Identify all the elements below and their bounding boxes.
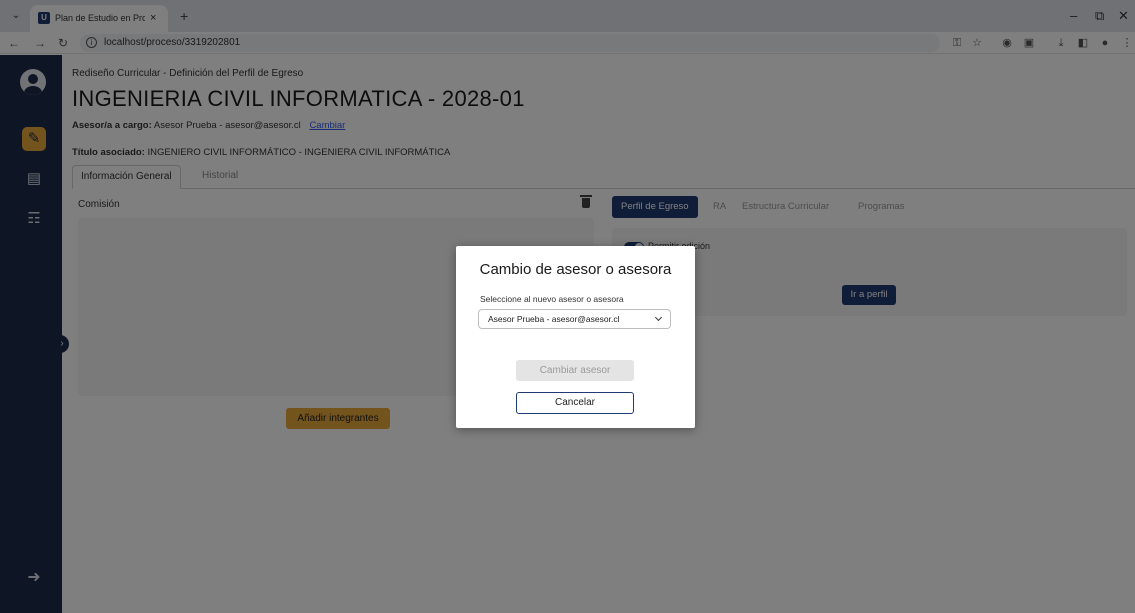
cancel-button[interactable]: Cancelar bbox=[516, 392, 634, 414]
change-advisor-button[interactable]: Cambiar asesor bbox=[516, 360, 634, 381]
advisor-select-label: Seleccione al nuevo asesor o asesora bbox=[480, 294, 624, 304]
dialog-title: Cambio de asesor o asesora bbox=[479, 261, 672, 278]
advisor-select[interactable]: Asesor Prueba - asesor@asesor.cl bbox=[478, 309, 671, 329]
change-advisor-dialog: Cambio de asesor o asesora Seleccione al… bbox=[456, 246, 695, 428]
chevron-down-icon bbox=[654, 313, 663, 322]
advisor-select-value: Asesor Prueba - asesor@asesor.cl bbox=[488, 314, 620, 324]
